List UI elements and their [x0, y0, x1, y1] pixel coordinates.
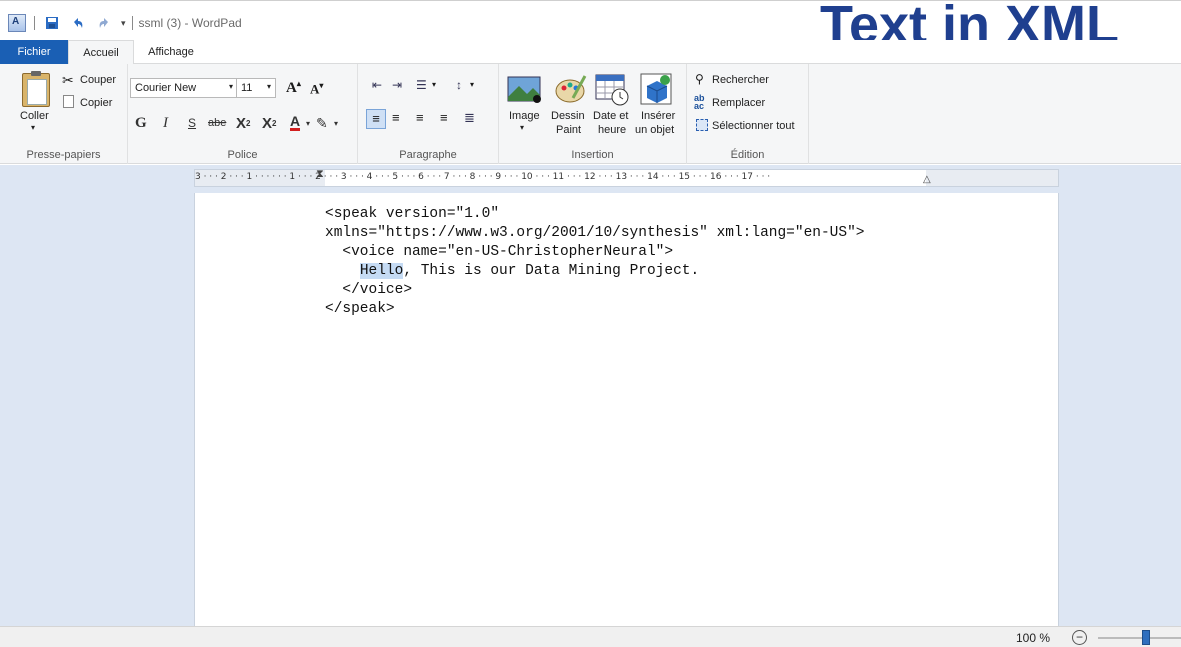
- paragraph-settings-icon[interactable]: ≣: [464, 110, 475, 126]
- italic-button[interactable]: I: [163, 113, 168, 133]
- ribbon-tabs: Fichier Accueil Affichage: [0, 40, 1181, 65]
- superscript-icon[interactable]: X2: [262, 113, 276, 133]
- grow-font-icon[interactable]: A▴: [286, 79, 301, 97]
- chevron-down-icon[interactable]: ▾: [334, 113, 338, 133]
- align-left-icon[interactable]: ≡: [366, 109, 386, 129]
- text-color-icon[interactable]: A: [290, 113, 301, 131]
- toolbar-divider: [34, 16, 35, 30]
- align-center-icon[interactable]: ≡: [392, 110, 400, 125]
- insert-object-icon[interactable]: [639, 72, 673, 106]
- doc-line: </speak>: [325, 301, 395, 317]
- quick-access-toolbar: ▾ ssml (3) - WordPad: [8, 13, 242, 33]
- font-size-select[interactable]: 11 ▾: [236, 78, 276, 98]
- font-size-value: 11: [241, 82, 253, 94]
- font-group-label: Police: [227, 149, 258, 161]
- redo-icon[interactable]: [95, 14, 113, 32]
- replace-button[interactable]: Remplacer: [712, 97, 765, 109]
- wordpad-app-icon[interactable]: [8, 14, 26, 32]
- paste-icon[interactable]: [22, 71, 50, 107]
- selected-text[interactable]: Hello: [359, 263, 404, 279]
- paragraph-group-label: Paragraphe: [399, 149, 457, 161]
- horizontal-ruler[interactable]: 3 · · · 2 · · · 1 · · · · · · 1 · · · 2 …: [194, 168, 1059, 187]
- font-family-select[interactable]: Courier New ▾: [130, 78, 238, 98]
- paint-palette-icon[interactable]: [553, 72, 587, 106]
- tab-accueil[interactable]: Accueil: [68, 40, 134, 65]
- picture-icon[interactable]: [507, 72, 541, 106]
- doc-line: <voice name="en-US-ChristopherNeural">: [325, 244, 674, 260]
- chevron-down-icon: ▾: [228, 82, 233, 91]
- zoom-out-button[interactable]: −: [1072, 630, 1087, 645]
- customize-toolbar-chevron-icon[interactable]: ▾: [121, 18, 126, 29]
- paragraph-group: ⇤ ⇥ ☰ ▾ ↕ ▾ ≡ ≡ ≡ ≡ ≣ Paragraphe: [358, 64, 499, 164]
- zoom-slider-thumb[interactable]: [1142, 630, 1150, 645]
- chevron-down-icon[interactable]: ▾: [432, 80, 436, 89]
- justify-icon[interactable]: ≡: [440, 110, 448, 125]
- editing-group: ⚲ Rechercher ab ac Remplacer Sélectionner…: [687, 64, 809, 164]
- doc-line: <speak version="1.0": [325, 206, 500, 222]
- replace-icon[interactable]: ab ac: [694, 94, 705, 111]
- select-all-button[interactable]: Sélectionner tout: [712, 120, 795, 132]
- undo-icon[interactable]: [69, 14, 87, 32]
- indent-marker-icon[interactable]: ⧗: [316, 168, 324, 181]
- doc-line: </voice>: [325, 282, 413, 298]
- title-bar: ▾ ssml (3) - WordPad Text in XML: [0, 0, 1181, 55]
- calendar-clock-icon[interactable]: [595, 72, 629, 106]
- cut-button[interactable]: Couper: [80, 74, 116, 86]
- right-indent-marker-icon[interactable]: △: [923, 174, 931, 185]
- underline-button[interactable]: S: [188, 113, 196, 133]
- document-text[interactable]: <speak version="1.0" xmlns="https://www.…: [325, 205, 865, 319]
- bullet-list-icon[interactable]: ☰: [416, 78, 427, 92]
- increase-indent-icon[interactable]: ⇥: [392, 78, 402, 92]
- copy-button[interactable]: Copier: [80, 97, 112, 109]
- save-icon[interactable]: [43, 14, 61, 32]
- doc-line: , This is our Data Mining Project.: [403, 263, 700, 279]
- font-group: Courier New ▾ 11 ▾ A▴ A▾ G I S abe X2 X2…: [128, 64, 358, 164]
- chevron-down-icon[interactable]: ▾: [520, 123, 524, 132]
- clipboard-group: Coller ▾ ✂ Couper Copier Presse-papiers: [0, 64, 128, 164]
- editing-group-label: Édition: [730, 149, 765, 161]
- tab-affichage[interactable]: Affichage: [138, 40, 204, 64]
- highlighter-icon[interactable]: ✎: [316, 113, 328, 133]
- copy-icon[interactable]: [63, 95, 74, 108]
- scissors-icon[interactable]: ✂: [62, 72, 74, 89]
- document-page[interactable]: <speak version="1.0" xmlns="https://www.…: [194, 193, 1059, 626]
- line-spacing-icon[interactable]: ↕: [456, 78, 462, 92]
- shrink-font-icon[interactable]: A▾: [310, 81, 323, 97]
- insert-group-label: Insertion: [571, 149, 614, 161]
- insert-group: Image ▾ Dessin Paint Date et heure Insér…: [499, 64, 687, 164]
- zoom-level: 100 %: [1016, 631, 1051, 645]
- chevron-down-icon[interactable]: ▾: [306, 113, 310, 133]
- strikethrough-button[interactable]: abe: [208, 113, 226, 133]
- insert-object-button-line1[interactable]: Insérer: [641, 110, 675, 122]
- binoculars-icon[interactable]: ⚲: [695, 72, 704, 86]
- font-family-value: Courier New: [135, 82, 197, 94]
- doc-line: xmlns="https://www.w3.org/2001/10/synthe…: [325, 225, 865, 241]
- insert-object-button-line2[interactable]: un objet: [635, 124, 674, 136]
- datetime-button-line1[interactable]: Date et: [593, 110, 628, 122]
- ribbon: Coller ▾ ✂ Couper Copier Presse-papiers …: [0, 64, 1181, 164]
- bold-button[interactable]: G: [135, 113, 147, 133]
- status-bar: 100 % −: [0, 626, 1181, 647]
- zoom-slider-track[interactable]: [1098, 637, 1181, 639]
- document-workspace: 3 · · · 2 · · · 1 · · · · · · 1 · · · 2 …: [0, 165, 1181, 626]
- tab-fichier[interactable]: Fichier: [0, 40, 68, 64]
- chevron-down-icon: ▾: [266, 82, 271, 91]
- chevron-down-icon[interactable]: ▾: [470, 80, 474, 89]
- datetime-button-line2[interactable]: heure: [598, 124, 626, 136]
- window-title: ssml (3) - WordPad: [138, 16, 242, 30]
- subscript-icon[interactable]: X2: [236, 113, 250, 133]
- toolbar-divider: [131, 16, 133, 30]
- clipboard-group-label: Presse-papiers: [26, 149, 101, 161]
- paste-button[interactable]: Coller: [20, 110, 49, 122]
- align-right-icon[interactable]: ≡: [416, 110, 424, 125]
- insert-image-button[interactable]: Image: [509, 110, 540, 122]
- find-button[interactable]: Rechercher: [712, 74, 769, 86]
- select-all-icon[interactable]: [696, 119, 708, 131]
- paint-button-line2[interactable]: Paint: [556, 124, 581, 136]
- paint-button-line1[interactable]: Dessin: [551, 110, 585, 122]
- decrease-indent-icon[interactable]: ⇤: [372, 78, 382, 92]
- paste-dropdown-chevron-icon[interactable]: ▾: [31, 123, 35, 132]
